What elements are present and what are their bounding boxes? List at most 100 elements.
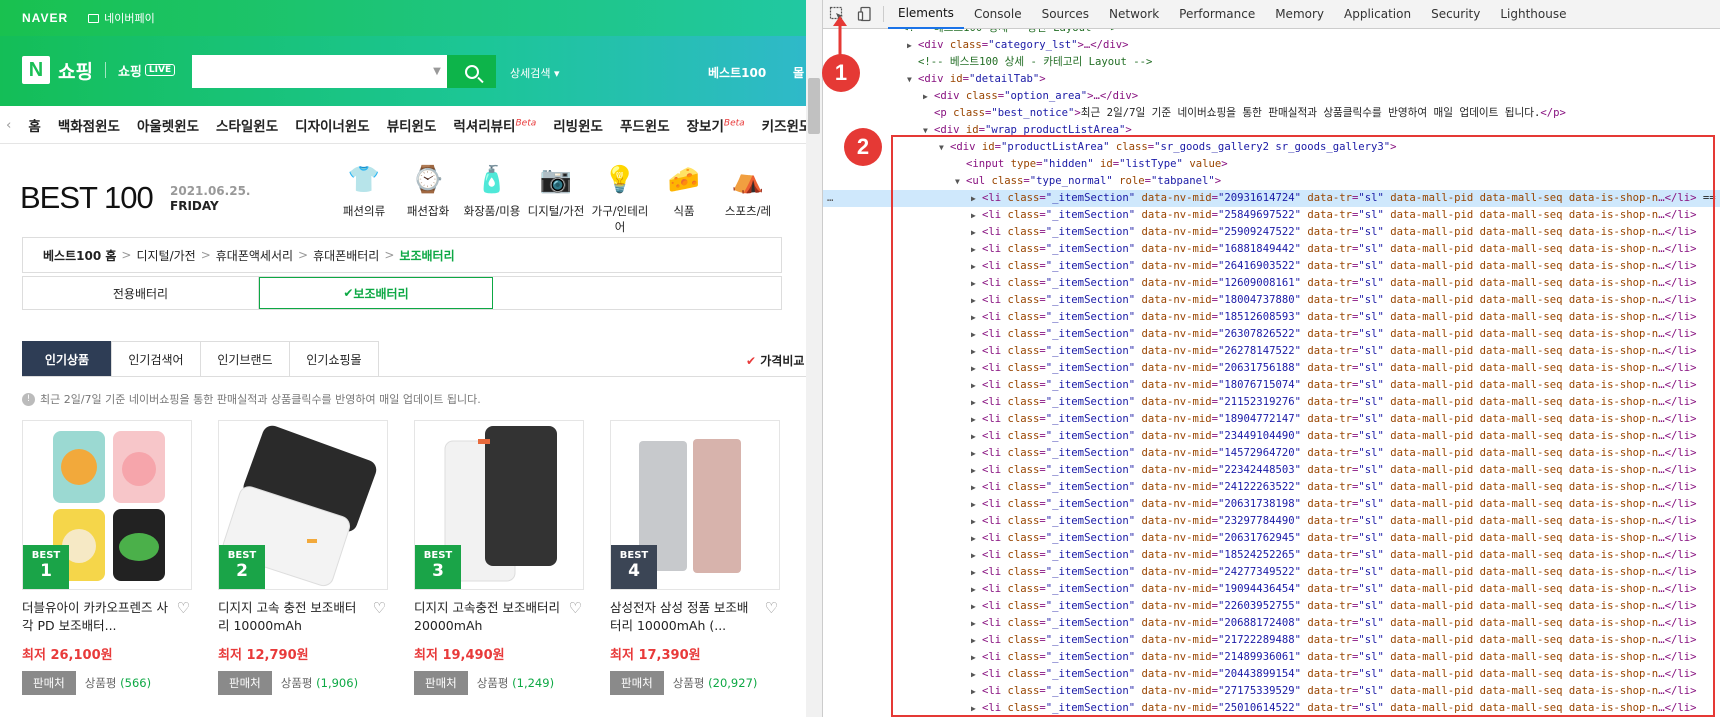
nav-item-10[interactable]: 키즈윈도 (762, 115, 806, 135)
lamp-icon: 💡 (603, 165, 637, 195)
seller-button[interactable]: 판매처 (414, 671, 468, 695)
nav-item-6[interactable]: 럭셔리뷰티Beta (453, 115, 536, 135)
breadcrumb-item-1[interactable]: 디지털/가전 (136, 247, 195, 264)
tab-popular-malls[interactable]: 인기쇼핑몰 (289, 341, 379, 376)
subtab-power-bank-label: 보조배터리 (353, 286, 409, 301)
nav-item-0[interactable]: 홈 (28, 115, 40, 135)
dom-node-line[interactable]: <!-- 베스트100 상세 - 카테고리 Layout --> (823, 54, 1720, 71)
devtools-tab-memory[interactable]: Memory (1265, 0, 1334, 29)
dom-node-line[interactable]: ▶ <div class="option_area">…</div> (823, 88, 1720, 105)
beta-badge: Beta (515, 118, 537, 128)
subtab-power-bank[interactable]: ✔ 보조배터리 (259, 277, 493, 309)
product-name[interactable]: 삼성전자 삼성 정품 보조배터리 10000mAh (... ♡ (610, 599, 780, 635)
page-scrollbar-thumb[interactable] (808, 78, 820, 134)
shopping-header: N 쇼핑 쇼핑 LIVE ▼ 상세검색 ▾ 베스트100 몰 (0, 36, 806, 106)
tab-popular-keywords[interactable]: 인기검색어 (111, 341, 201, 376)
devtools-tab-elements[interactable]: Elements (888, 0, 964, 29)
nav-item-label: 키즈윈도 (761, 118, 806, 135)
naverpay-link[interactable]: 네이버페이 (88, 10, 155, 26)
devtools-tab-lighthouse[interactable]: Lighthouse (1490, 0, 1576, 29)
dom-node-line[interactable]: <!-- 베스트100 상세 - 상단 Layout --> (823, 29, 1720, 37)
tab-popular-brands[interactable]: 인기브랜드 (200, 341, 290, 376)
search-input[interactable] (192, 55, 427, 88)
rank-badge-label: BEST (619, 550, 649, 561)
devtools-tab-network[interactable]: Network (1099, 0, 1169, 29)
device-toolbar-button[interactable] (851, 0, 879, 28)
product-image[interactable]: BEST 1 (22, 420, 192, 590)
nav-item-2[interactable]: 아울렛윈도 (137, 115, 199, 135)
product-image[interactable]: BEST 2 (218, 420, 388, 590)
expand-toggle-icon[interactable]: ▶ (923, 88, 934, 105)
search-dropdown-icon[interactable]: ▼ (427, 66, 447, 77)
node-menu-dots[interactable]: … (827, 190, 833, 207)
review-link[interactable]: 상품평 (20,927) (673, 675, 758, 691)
product-card[interactable]: BEST 1 더블유아이 카카오프렌즈 사각 PD 보조배터... ♡ 최저 26,10… (22, 420, 192, 717)
devtools-tabs: Elements Console Sources Network Performance… (888, 0, 1577, 29)
subtab-dedicated-battery[interactable]: 전용배터리 (23, 277, 259, 309)
category-icon-label: 가구/인테리어 (591, 204, 649, 234)
nav-item-3[interactable]: 스타일윈도 (216, 115, 278, 135)
seller-button[interactable]: 판매처 (218, 671, 272, 695)
expand-toggle-icon[interactable]: ▶ (907, 37, 918, 54)
dom-node-line[interactable]: ▼ <div id="detailTab"> (823, 71, 1720, 88)
breadcrumb-item-0[interactable]: 베스트100 홈 (43, 247, 116, 264)
notice-text: 최근 2일/7일 기준 네이버쇼핑을 통한 판매실적과 상품클릭수를 반영하여 … (40, 393, 481, 406)
heart-icon[interactable]: ♡ (569, 599, 582, 617)
mall-link[interactable]: 몰 (793, 64, 804, 81)
product-name[interactable]: 디지지 고속충전 보조배터리 20000mAh ♡ (414, 599, 584, 635)
devtools-tab-security[interactable]: Security (1421, 0, 1490, 29)
nav-prev-arrow-icon[interactable]: ‹ (6, 117, 11, 133)
review-link[interactable]: 상품평 (1,906) (281, 675, 358, 691)
nav-item-label: 장보기 (686, 118, 724, 135)
breadcrumb-item-2[interactable]: 휴대폰액세서리 (216, 247, 293, 264)
category-icon-5[interactable]: 🧀 식품 (652, 162, 716, 219)
best100-link[interactable]: 베스트100 (708, 64, 766, 81)
nav-item-1[interactable]: 백화점윈도 (58, 115, 120, 135)
category-icon-6[interactable]: ⛺ 스포츠/레 (716, 162, 780, 219)
logo-shopping-text: 쇼핑 (58, 60, 93, 83)
product-name[interactable]: 디지지 고속 충전 보조배터리 10000mAh ♡ (218, 599, 388, 635)
review-link[interactable]: 상품평 (1,249) (477, 675, 554, 691)
devtools-tab-application[interactable]: Application (1334, 0, 1421, 29)
dom-node-line[interactable]: <p class="best_notice">최근 2일/7일 기준 네이버쇼핑… (823, 105, 1720, 122)
detail-search-link[interactable]: 상세검색 ▾ (510, 65, 560, 81)
category-icon-1[interactable]: ⌚ 패션잡화 (396, 162, 460, 219)
heart-icon[interactable]: ♡ (373, 599, 386, 617)
shopping-live-link[interactable]: 쇼핑 LIVE (118, 61, 176, 80)
nav-item-label: 아울렛윈도 (136, 118, 200, 135)
dom-node-line[interactable]: ▶ <div class="category_lst">…</div> (823, 37, 1720, 54)
nav-item-8[interactable]: 푸드윈도 (620, 115, 670, 135)
nav-item-7[interactable]: 리빙윈도 (553, 115, 603, 135)
devtools-tab-sources[interactable]: Sources (1032, 0, 1099, 29)
expand-toggle-icon[interactable]: ▼ (907, 71, 918, 88)
category-icon-4[interactable]: 💡 가구/인테리어 (588, 162, 652, 235)
price-compare-toggle[interactable]: ✔ 가격비교 (746, 352, 804, 369)
shopping-logo[interactable]: N 쇼핑 쇼핑 LIVE (22, 56, 176, 84)
naver-logo[interactable]: NAVER (22, 11, 68, 25)
nav-item-5[interactable]: 뷰티윈도 (387, 115, 437, 135)
product-card[interactable]: BEST 4 삼성전자 삼성 정품 보조배터리 10000mAh (... ♡ 최저 1… (610, 420, 780, 717)
category-icon-label: 디지털/가전 (527, 204, 585, 218)
breadcrumb-separator-icon: > (121, 248, 132, 262)
heart-icon[interactable]: ♡ (177, 599, 190, 617)
devtools-tab-console[interactable]: Console (964, 0, 1032, 29)
tab-popular-products[interactable]: 인기상품 (22, 341, 112, 376)
product-card[interactable]: BEST 2 디지지 고속 충전 보조배터리 10000mAh ♡ 최저 12,790원… (218, 420, 388, 717)
nav-item-9[interactable]: 장보기Beta (687, 115, 745, 135)
heart-icon[interactable]: ♡ (765, 599, 778, 617)
category-icon-2[interactable]: 🧴 화장품/미용 (460, 162, 524, 219)
product-name[interactable]: 더블유아이 카카오프렌즈 사각 PD 보조배터... ♡ (22, 599, 192, 635)
seller-button[interactable]: 판매처 (22, 671, 76, 695)
category-icon-3[interactable]: 📷 디지털/가전 (524, 162, 588, 219)
dom-token: <div (918, 73, 950, 85)
devtools-tab-performance[interactable]: Performance (1169, 0, 1265, 29)
breadcrumb-item-3[interactable]: 휴대폰배터리 (313, 247, 379, 264)
seller-button[interactable]: 판매처 (610, 671, 664, 695)
product-image[interactable]: BEST 3 (414, 420, 584, 590)
product-card[interactable]: BEST 3 디지지 고속충전 보조배터리 20000mAh ♡ 최저 19,490원 판… (414, 420, 584, 717)
category-icon-0[interactable]: 👕 패션의류 (332, 162, 396, 219)
search-button[interactable] (447, 55, 496, 88)
nav-item-4[interactable]: 디자이너윈도 (295, 115, 370, 135)
review-link[interactable]: 상품평 (566) (85, 675, 151, 691)
product-image[interactable]: BEST 4 (610, 420, 780, 590)
